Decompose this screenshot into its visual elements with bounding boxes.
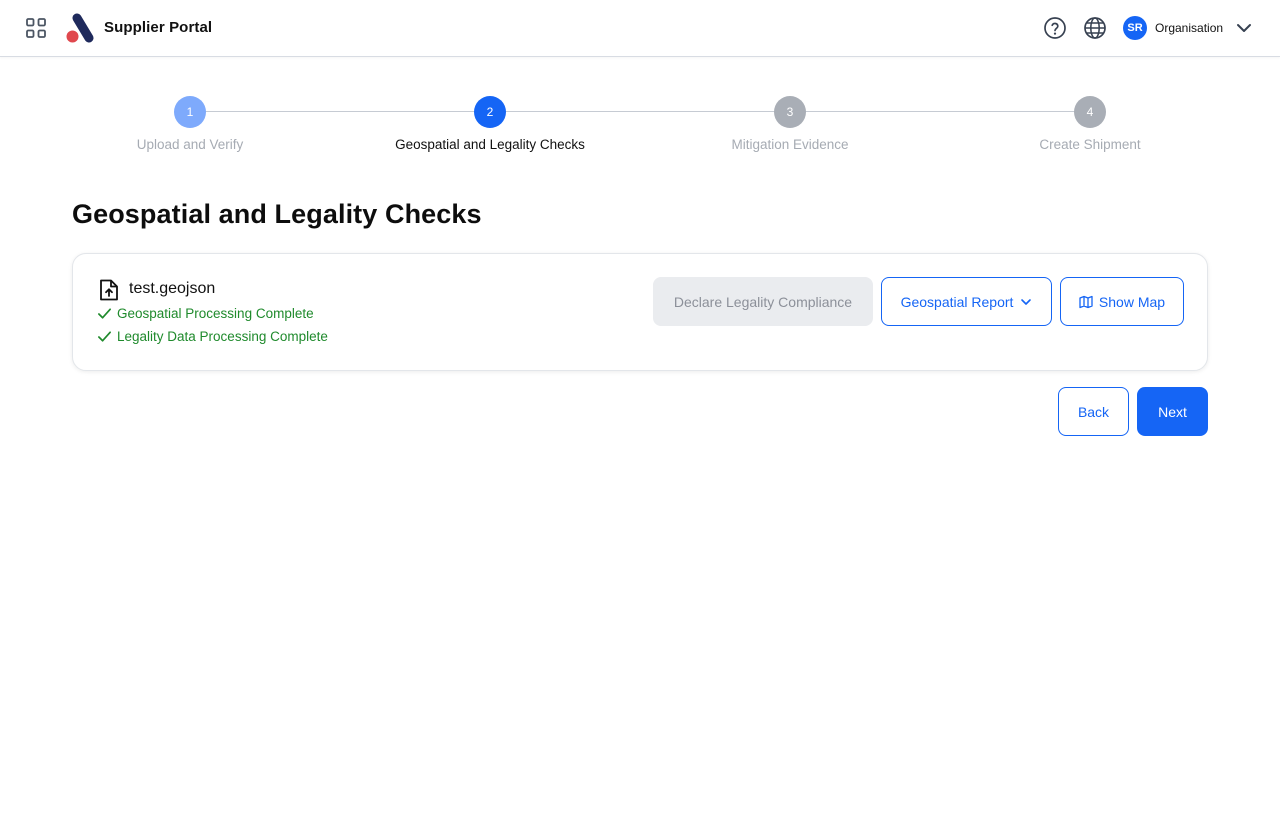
brand-name: Supplier Portal — [104, 19, 213, 36]
check-icon — [98, 331, 111, 342]
step-number: 1 — [174, 96, 206, 128]
declare-legality-label: Declare Legality Compliance — [673, 293, 853, 310]
step-geospatial-and-legality-checks[interactable]: 2 Geospatial and Legality Checks — [370, 96, 610, 152]
check-icon — [98, 308, 111, 319]
map-icon — [1079, 295, 1093, 308]
step-label: Geospatial and Legality Checks — [395, 137, 585, 152]
show-map-button[interactable]: Show Map — [1060, 277, 1184, 326]
back-button[interactable]: Back — [1058, 387, 1129, 436]
chevron-down-icon[interactable] — [1234, 18, 1254, 38]
step-label: Create Shipment — [1039, 137, 1141, 152]
step-number: 4 — [1074, 96, 1106, 128]
status-text: Geospatial Processing Complete — [117, 306, 314, 321]
stepper-connector — [190, 111, 1090, 112]
show-map-label: Show Map — [1098, 293, 1166, 310]
globe-icon[interactable] — [1083, 16, 1107, 40]
step-label: Mitigation Evidence — [731, 137, 849, 152]
grid-icon[interactable] — [25, 17, 47, 39]
declare-legality-button[interactable]: Declare Legality Compliance — [653, 277, 873, 326]
file-name: test.geojson — [129, 280, 216, 297]
geospatial-report-label: Geospatial Report — [900, 293, 1014, 310]
step-number: 2 — [474, 96, 506, 128]
progress-stepper: 1 Upload and Verify 2 Geospatial and Leg… — [0, 96, 1280, 166]
status-legality: Legality Data Processing Complete — [97, 329, 328, 344]
next-button[interactable]: Next — [1137, 387, 1208, 436]
chevron-down-icon — [1021, 298, 1032, 305]
file-card: test.geojson Geospatial Processing Compl… — [72, 253, 1208, 371]
logo — [66, 13, 94, 43]
geospatial-report-button[interactable]: Geospatial Report — [881, 277, 1052, 326]
file-upload-icon — [100, 279, 118, 301]
help-icon[interactable] — [1043, 16, 1067, 40]
step-number: 3 — [774, 96, 806, 128]
step-label: Upload and Verify — [136, 137, 244, 152]
top-bar: Supplier Portal SR Organisation — [0, 0, 1280, 57]
step-create-shipment[interactable]: 4 Create Shipment — [970, 96, 1210, 152]
page-title: Geospatial and Legality Checks — [72, 199, 482, 229]
status-text: Legality Data Processing Complete — [117, 329, 328, 344]
step-upload-and-verify[interactable]: 1 Upload and Verify — [70, 96, 310, 152]
organisation-label[interactable]: Organisation — [1155, 21, 1223, 35]
status-geospatial: Geospatial Processing Complete — [97, 306, 314, 321]
step-mitigation-evidence[interactable]: 3 Mitigation Evidence — [670, 96, 910, 152]
avatar[interactable]: SR — [1123, 16, 1147, 40]
